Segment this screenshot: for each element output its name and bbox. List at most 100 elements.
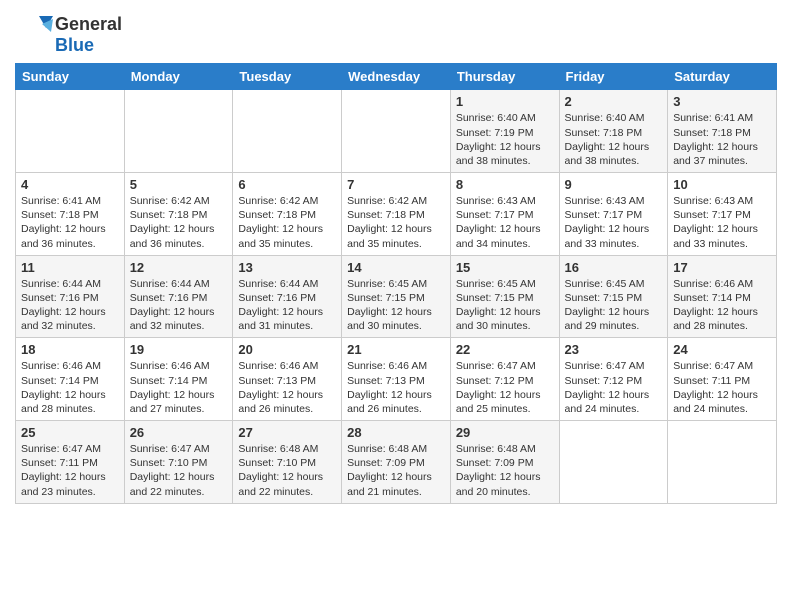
day-info: Sunrise: 6:46 AM Sunset: 7:14 PM Dayligh… [673, 277, 771, 334]
weekday-header-sunday: Sunday [16, 64, 125, 90]
day-number: 19 [130, 342, 228, 357]
day-info: Sunrise: 6:47 AM Sunset: 7:11 PM Dayligh… [21, 442, 119, 499]
calendar-cell [124, 90, 233, 173]
day-number: 29 [456, 425, 554, 440]
day-info: Sunrise: 6:47 AM Sunset: 7:11 PM Dayligh… [673, 359, 771, 416]
calendar-cell [668, 421, 777, 504]
day-info: Sunrise: 6:41 AM Sunset: 7:18 PM Dayligh… [673, 111, 771, 168]
calendar-week-2: 11 Sunrise: 6:44 AM Sunset: 7:16 PM Dayli… [16, 255, 777, 338]
day-info: Sunrise: 6:43 AM Sunset: 7:17 PM Dayligh… [456, 194, 554, 251]
calendar-cell: 24 Sunrise: 6:47 AM Sunset: 7:11 PM Dayli… [668, 338, 777, 421]
calendar-cell: 26Sunrise: 6:47 AM Sunset: 7:10 PM Dayli… [124, 421, 233, 504]
calendar-table: SundayMondayTuesdayWednesdayThursdayFrid… [15, 63, 777, 503]
day-number: 17 [673, 260, 771, 275]
day-info: Sunrise: 6:40 AM Sunset: 7:19 PM Dayligh… [456, 111, 554, 168]
day-info: Sunrise: 6:46 AM Sunset: 7:13 PM Dayligh… [347, 359, 445, 416]
calendar-cell: 22 Sunrise: 6:47 AM Sunset: 7:12 PM Dayli… [450, 338, 559, 421]
day-number: 27 [238, 425, 336, 440]
day-number: 1 [456, 94, 554, 109]
day-info: Sunrise: 6:46 AM Sunset: 7:13 PM Dayligh… [238, 359, 336, 416]
day-info: Sunrise: 6:42 AM Sunset: 7:18 PM Dayligh… [347, 194, 445, 251]
calendar-cell: 20 Sunrise: 6:46 AM Sunset: 7:13 PM Dayli… [233, 338, 342, 421]
day-number: 14 [347, 260, 445, 275]
day-info: Sunrise: 6:47 AM Sunset: 7:12 PM Dayligh… [456, 359, 554, 416]
calendar-week-0: 1 Sunrise: 6:40 AM Sunset: 7:19 PM Daylig… [16, 90, 777, 173]
calendar-cell: 15 Sunrise: 6:45 AM Sunset: 7:15 PM Dayli… [450, 255, 559, 338]
calendar-week-4: 25 Sunrise: 6:47 AM Sunset: 7:11 PM Dayli… [16, 421, 777, 504]
day-info: Sunrise: 6:42 AM Sunset: 7:18 PM Dayligh… [130, 194, 228, 251]
calendar-cell [16, 90, 125, 173]
day-info: Sunrise: 6:45 AM Sunset: 7:15 PM Dayligh… [456, 277, 554, 334]
day-info: Sunrise: 6:45 AM Sunset: 7:15 PM Dayligh… [347, 277, 445, 334]
calendar-week-3: 18 Sunrise: 6:46 AM Sunset: 7:14 PM Dayli… [16, 338, 777, 421]
logo: General Blue [15, 14, 122, 55]
day-number: 6 [238, 177, 336, 192]
page: General Blue SundayMondayTuesdayWednesda… [0, 0, 792, 612]
calendar-week-1: 4Sunrise: 6:41 AM Sunset: 7:18 PM Daylig… [16, 173, 777, 256]
day-info: Sunrise: 6:48 AM Sunset: 7:10 PM Dayligh… [238, 442, 336, 499]
logo-general: General [55, 14, 122, 35]
day-info: Sunrise: 6:48 AM Sunset: 7:09 PM Dayligh… [456, 442, 554, 499]
calendar-cell: 9 Sunrise: 6:43 AM Sunset: 7:17 PM Daylig… [559, 173, 668, 256]
calendar-cell: 13Sunrise: 6:44 AM Sunset: 7:16 PM Dayli… [233, 255, 342, 338]
calendar-cell: 29 Sunrise: 6:48 AM Sunset: 7:09 PM Dayli… [450, 421, 559, 504]
calendar-cell [342, 90, 451, 173]
day-number: 16 [565, 260, 663, 275]
weekday-header-saturday: Saturday [668, 64, 777, 90]
calendar-cell: 2 Sunrise: 6:40 AM Sunset: 7:18 PM Daylig… [559, 90, 668, 173]
day-number: 25 [21, 425, 119, 440]
day-info: Sunrise: 6:43 AM Sunset: 7:17 PM Dayligh… [673, 194, 771, 251]
day-number: 2 [565, 94, 663, 109]
calendar-cell: 17 Sunrise: 6:46 AM Sunset: 7:14 PM Dayli… [668, 255, 777, 338]
day-number: 28 [347, 425, 445, 440]
day-number: 13 [238, 260, 336, 275]
day-info: Sunrise: 6:48 AM Sunset: 7:09 PM Dayligh… [347, 442, 445, 499]
day-info: Sunrise: 6:45 AM Sunset: 7:15 PM Dayligh… [565, 277, 663, 334]
calendar-cell: 14 Sunrise: 6:45 AM Sunset: 7:15 PM Dayli… [342, 255, 451, 338]
calendar-cell: 16 Sunrise: 6:45 AM Sunset: 7:15 PM Dayli… [559, 255, 668, 338]
calendar-cell: 11 Sunrise: 6:44 AM Sunset: 7:16 PM Dayli… [16, 255, 125, 338]
day-number: 12 [130, 260, 228, 275]
weekday-header-thursday: Thursday [450, 64, 559, 90]
header: General Blue [15, 10, 777, 55]
day-info: Sunrise: 6:40 AM Sunset: 7:18 PM Dayligh… [565, 111, 663, 168]
day-number: 15 [456, 260, 554, 275]
day-info: Sunrise: 6:44 AM Sunset: 7:16 PM Dayligh… [130, 277, 228, 334]
day-number: 23 [565, 342, 663, 357]
day-number: 3 [673, 94, 771, 109]
day-number: 8 [456, 177, 554, 192]
weekday-header-friday: Friday [559, 64, 668, 90]
day-info: Sunrise: 6:42 AM Sunset: 7:18 PM Dayligh… [238, 194, 336, 251]
calendar-cell: 1 Sunrise: 6:40 AM Sunset: 7:19 PM Daylig… [450, 90, 559, 173]
day-number: 21 [347, 342, 445, 357]
day-number: 20 [238, 342, 336, 357]
day-number: 9 [565, 177, 663, 192]
weekday-header-wednesday: Wednesday [342, 64, 451, 90]
calendar-cell: 25 Sunrise: 6:47 AM Sunset: 7:11 PM Dayli… [16, 421, 125, 504]
day-number: 11 [21, 260, 119, 275]
day-info: Sunrise: 6:43 AM Sunset: 7:17 PM Dayligh… [565, 194, 663, 251]
calendar-cell [559, 421, 668, 504]
day-info: Sunrise: 6:44 AM Sunset: 7:16 PM Dayligh… [21, 277, 119, 334]
calendar-cell [233, 90, 342, 173]
calendar-cell: 28 Sunrise: 6:48 AM Sunset: 7:09 PM Dayli… [342, 421, 451, 504]
day-number: 22 [456, 342, 554, 357]
day-number: 18 [21, 342, 119, 357]
calendar-cell: 8 Sunrise: 6:43 AM Sunset: 7:17 PM Daylig… [450, 173, 559, 256]
calendar-cell: 12 Sunrise: 6:44 AM Sunset: 7:16 PM Dayli… [124, 255, 233, 338]
logo-blue: Blue [55, 35, 122, 56]
day-number: 10 [673, 177, 771, 192]
logo-svg [15, 14, 53, 52]
calendar-cell: 7Sunrise: 6:42 AM Sunset: 7:18 PM Daylig… [342, 173, 451, 256]
calendar-cell: 4Sunrise: 6:41 AM Sunset: 7:18 PM Daylig… [16, 173, 125, 256]
calendar-cell: 19 Sunrise: 6:46 AM Sunset: 7:14 PM Dayli… [124, 338, 233, 421]
calendar-cell: 5 Sunrise: 6:42 AM Sunset: 7:18 PM Daylig… [124, 173, 233, 256]
day-info: Sunrise: 6:46 AM Sunset: 7:14 PM Dayligh… [130, 359, 228, 416]
day-number: 26 [130, 425, 228, 440]
day-number: 5 [130, 177, 228, 192]
weekday-header-row: SundayMondayTuesdayWednesdayThursdayFrid… [16, 64, 777, 90]
calendar-cell: 18Sunrise: 6:46 AM Sunset: 7:14 PM Dayli… [16, 338, 125, 421]
day-info: Sunrise: 6:41 AM Sunset: 7:18 PM Dayligh… [21, 194, 119, 251]
day-number: 24 [673, 342, 771, 357]
calendar-cell: 27 Sunrise: 6:48 AM Sunset: 7:10 PM Dayli… [233, 421, 342, 504]
